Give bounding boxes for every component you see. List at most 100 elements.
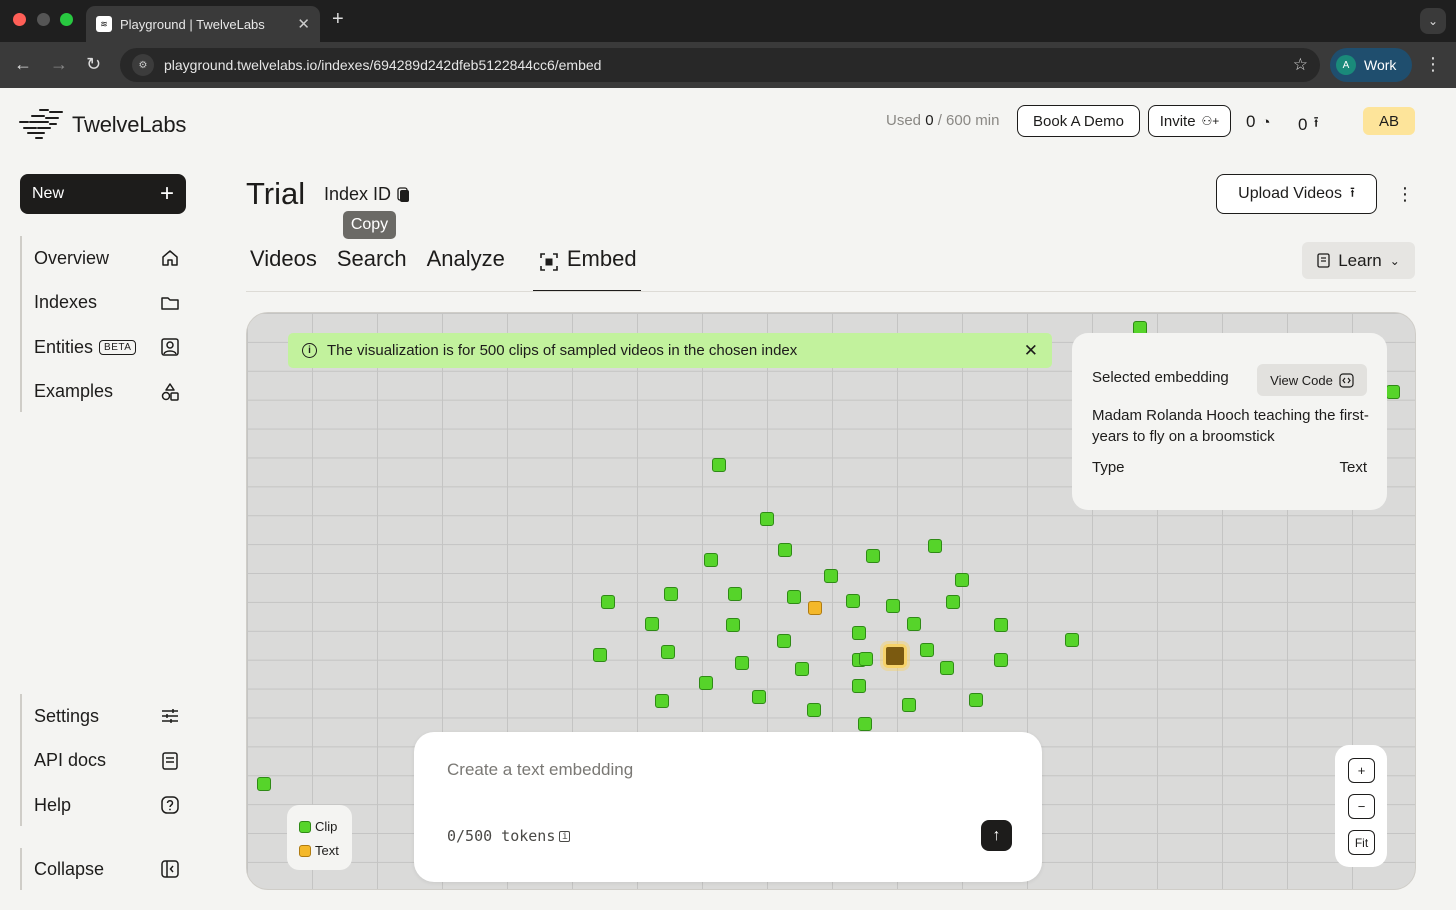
- tab-videos[interactable]: Videos: [246, 242, 333, 292]
- tab-embed[interactable]: Embed: [532, 242, 641, 292]
- embedding-point-selected[interactable]: [883, 644, 907, 668]
- embedding-point-clip[interactable]: [928, 539, 942, 553]
- embedding-point-clip[interactable]: [726, 618, 740, 632]
- embedding-point-clip[interactable]: [601, 595, 615, 609]
- embedding-point-clip[interactable]: [852, 679, 866, 693]
- text-swatch-icon: [299, 845, 311, 857]
- embedding-point-clip[interactable]: [994, 653, 1008, 667]
- close-icon[interactable]: ✕: [1024, 341, 1038, 361]
- embedding-point-clip[interactable]: [902, 698, 916, 712]
- zoom-out-button[interactable]: −: [1348, 794, 1375, 819]
- tab-analyze[interactable]: Analyze: [423, 242, 533, 292]
- browser-tab[interactable]: ≋ Playground | TwelveLabs ✕: [86, 6, 320, 42]
- embedding-point-clip[interactable]: [955, 573, 969, 587]
- info-icon[interactable]: i: [559, 830, 571, 842]
- embedding-point-clip[interactable]: [645, 617, 659, 631]
- embedding-point-clip[interactable]: [1386, 385, 1400, 399]
- embedding-point-clip[interactable]: [1065, 633, 1079, 647]
- usage-meter: Used 0 / 600 min: [886, 112, 999, 129]
- embedding-point-clip[interactable]: [777, 634, 791, 648]
- embedding-point-clip[interactable]: [704, 553, 718, 567]
- embedding-point-clip[interactable]: [593, 648, 607, 662]
- embedding-point-clip[interactable]: [661, 645, 675, 659]
- job-counter[interactable]: 0 ◔: [1246, 112, 1271, 132]
- fit-button[interactable]: Fit: [1348, 830, 1375, 855]
- add-person-icon: ⚇+: [1201, 114, 1220, 128]
- window-close-button[interactable]: [13, 13, 26, 26]
- secondary-nav: Settings API docs Help: [20, 694, 186, 828]
- index-id-copy[interactable]: Index ID: [324, 184, 410, 205]
- embedding-point-clip[interactable]: [664, 587, 678, 601]
- bookmark-star-icon[interactable]: ☆: [1293, 55, 1308, 75]
- address-bar[interactable]: ⚙ playground.twelvelabs.io/indexes/69428…: [120, 48, 1320, 82]
- close-tab-icon[interactable]: ✕: [297, 15, 310, 33]
- nav-item-api-docs[interactable]: API docs: [20, 739, 186, 784]
- embedding-point-clip[interactable]: [257, 777, 271, 791]
- embedding-point-clip[interactable]: [866, 549, 880, 563]
- window-zoom-button[interactable]: [60, 13, 73, 26]
- back-icon[interactable]: ←: [14, 54, 32, 75]
- embedding-point-clip[interactable]: [907, 617, 921, 631]
- new-tab-icon[interactable]: +: [332, 8, 344, 31]
- view-code-button[interactable]: View Code: [1257, 364, 1367, 396]
- zoom-in-button[interactable]: +: [1348, 758, 1375, 783]
- progress-circle-icon: ◔: [1261, 113, 1271, 131]
- embedding-point-clip[interactable]: [787, 590, 801, 604]
- embedding-point-clip[interactable]: [807, 703, 821, 717]
- tab-search[interactable]: Search: [333, 242, 423, 292]
- forward-icon[interactable]: →: [50, 54, 68, 75]
- collapse-button[interactable]: Collapse: [20, 847, 186, 892]
- profile-button[interactable]: A Work: [1330, 48, 1412, 82]
- reload-icon[interactable]: ↻: [86, 54, 101, 75]
- embedding-point-clip[interactable]: [946, 595, 960, 609]
- embedding-point-text[interactable]: [808, 601, 822, 615]
- nav-item-settings[interactable]: Settings: [20, 694, 186, 739]
- brand-logo[interactable]: TwelveLabs: [18, 108, 186, 142]
- nav-item-overview[interactable]: Overview: [20, 236, 186, 281]
- embedding-point-clip[interactable]: [735, 656, 749, 670]
- embedding-point-clip[interactable]: [969, 693, 983, 707]
- embedding-point-clip[interactable]: [752, 690, 766, 704]
- embedding-point-clip[interactable]: [760, 512, 774, 526]
- embedding-point-clip[interactable]: [824, 569, 838, 583]
- embedding-point-clip[interactable]: [795, 662, 809, 676]
- embedding-point-clip[interactable]: [859, 652, 873, 666]
- embedding-point-clip[interactable]: [655, 694, 669, 708]
- embedding-point-clip[interactable]: [940, 661, 954, 675]
- selected-embedding-card: Selected embedding View Code Madam Rolan…: [1072, 333, 1387, 510]
- nav-item-entities[interactable]: Entities BETA: [20, 325, 186, 370]
- embedding-point-clip[interactable]: [712, 458, 726, 472]
- embedding-point-clip[interactable]: [699, 676, 713, 690]
- nav-item-label: Settings: [34, 705, 100, 726]
- embedding-point-clip[interactable]: [778, 543, 792, 557]
- embedding-point-clip[interactable]: [886, 599, 900, 613]
- upload-counter[interactable]: 0 ⭱: [1298, 112, 1319, 137]
- embedding-text-input[interactable]: Create a text embedding: [447, 760, 633, 780]
- nav-item-examples[interactable]: Examples: [20, 370, 186, 415]
- user-avatar[interactable]: AB: [1363, 107, 1415, 135]
- book-demo-button[interactable]: Book A Demo: [1017, 105, 1140, 137]
- send-button[interactable]: ↑: [981, 820, 1012, 851]
- new-button[interactable]: New +: [20, 174, 186, 214]
- embedding-point-clip[interactable]: [846, 594, 860, 608]
- embedding-point-clip[interactable]: [858, 717, 872, 731]
- embed-icon: [540, 253, 558, 271]
- site-info-icon[interactable]: ⚙: [132, 54, 154, 76]
- browser-menu-icon[interactable]: ⋮: [1424, 54, 1442, 75]
- upload-videos-button[interactable]: Upload Videos ⭱: [1216, 174, 1377, 214]
- chevron-down-icon: ⌄: [1389, 253, 1400, 268]
- tab-search-icon[interactable]: ⌄: [1420, 8, 1446, 34]
- nav-item-indexes[interactable]: Indexes: [20, 281, 186, 326]
- copy-icon[interactable]: [397, 186, 410, 203]
- invite-button[interactable]: Invite ⚇+: [1148, 105, 1231, 137]
- nav-item-label: Indexes: [34, 292, 98, 313]
- embedding-point-clip[interactable]: [728, 587, 742, 601]
- learn-dropdown[interactable]: Learn ⌄: [1302, 242, 1415, 279]
- embedding-point-clip[interactable]: [852, 626, 866, 640]
- embedding-point-clip[interactable]: [920, 643, 934, 657]
- token-counter: 0/500 tokens i: [447, 827, 571, 845]
- embedding-point-clip[interactable]: [994, 618, 1008, 632]
- nav-item-help[interactable]: Help: [20, 783, 186, 828]
- more-options-icon[interactable]: ⋮: [1396, 184, 1414, 205]
- window-minimize-button[interactable]: [37, 13, 50, 26]
